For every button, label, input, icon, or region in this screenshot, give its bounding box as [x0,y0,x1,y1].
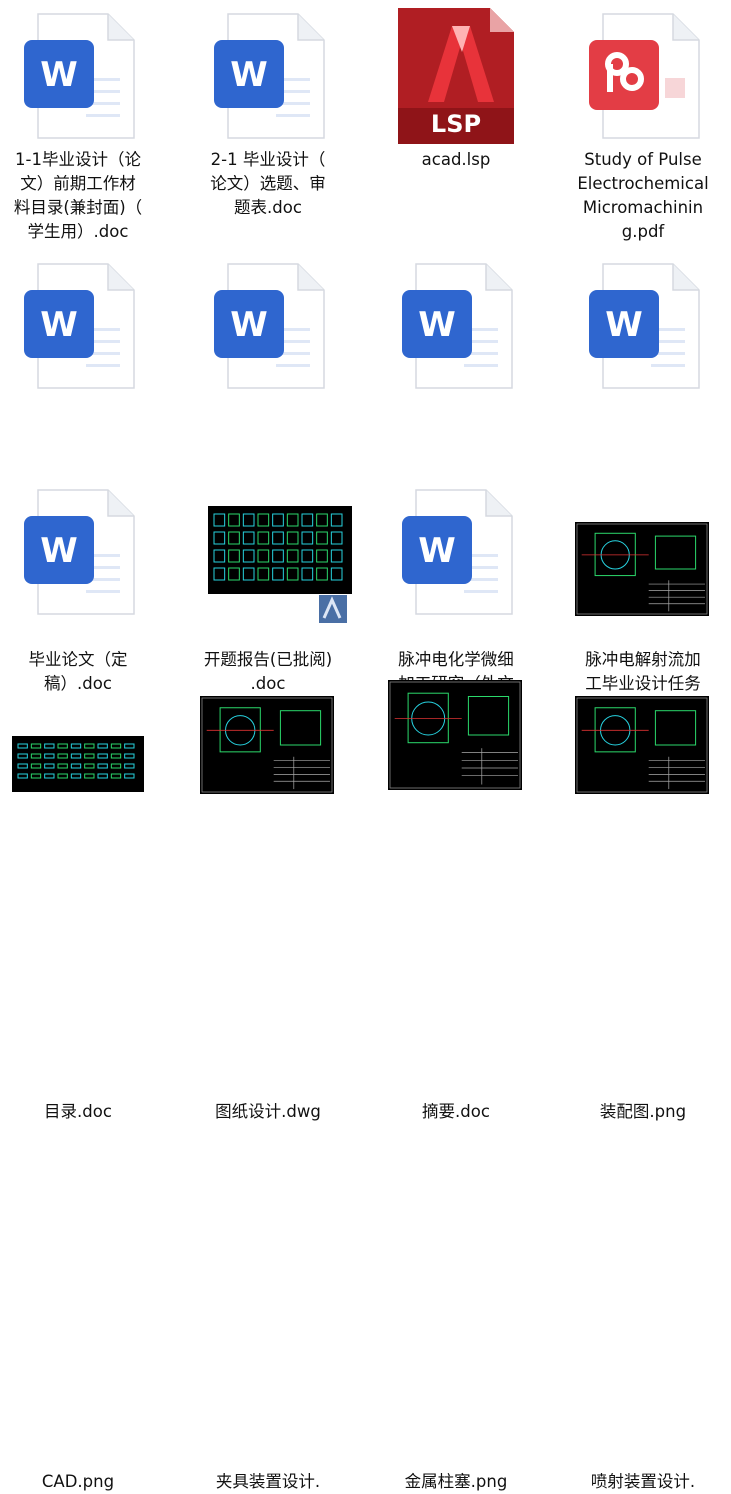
cad-drawing-thumbnail [575,522,709,616]
svg-text:W: W [40,55,78,95]
pdf-icon [589,13,700,139]
word-doc-icon: W [24,13,135,139]
svg-text:W: W [40,305,78,345]
file-name-label: 金属柱塞.png [404,1472,508,1491]
file-name-label: 喷射装置设计. [590,1472,696,1491]
cad-drawing-thumbnail [575,696,709,794]
file-name-label: 夹具装置设计. [215,1472,321,1491]
file-name-label: 2-1 毕业设计（ 论文）选题、审 题表.doc [210,150,326,217]
svg-text:W: W [40,531,78,571]
cad-drawing-thumbnail [200,696,334,794]
file-name-label: CAD.png [41,1472,115,1491]
file-name-label: Study of Pulse Electrochemical Micromach… [577,150,709,241]
svg-text:W: W [418,305,456,345]
file-name-label: 开题报告(已批阅) .doc [203,650,333,693]
svg-text:W: W [605,305,643,345]
file-name-label: acad.lsp [421,150,491,169]
word-doc-icon: W [589,263,700,389]
file-name-label: 摘要.doc [422,1102,490,1121]
file-type-badge: LSP [430,110,482,138]
svg-text:W: W [230,305,268,345]
word-doc-icon: W [24,263,135,389]
file-name-label: 图纸设计.dwg [215,1102,321,1121]
file-name-label: 装配图.png [599,1102,687,1121]
file-name-label: 目录.doc [44,1102,112,1121]
file-name-label: 1-1毕业设计（论 文）前期工作材 料目录(兼封面)（ 学生用）.doc [13,150,143,241]
file-name-label: 毕业论文（定 稿）.doc [28,650,128,693]
word-doc-icon: W [24,489,135,615]
cad-drawing-thumbnail [12,736,144,792]
svg-text:W: W [418,531,456,571]
word-doc-icon: W [214,263,325,389]
word-doc-icon: W [214,13,325,139]
cad-drawing-thumbnail [388,680,522,790]
word-doc-icon: W [402,263,513,389]
dwg-thumbnail [208,506,352,594]
svg-text:W: W [230,55,268,95]
word-doc-icon: W [402,489,513,615]
autocad-overlay-icon [319,595,347,623]
